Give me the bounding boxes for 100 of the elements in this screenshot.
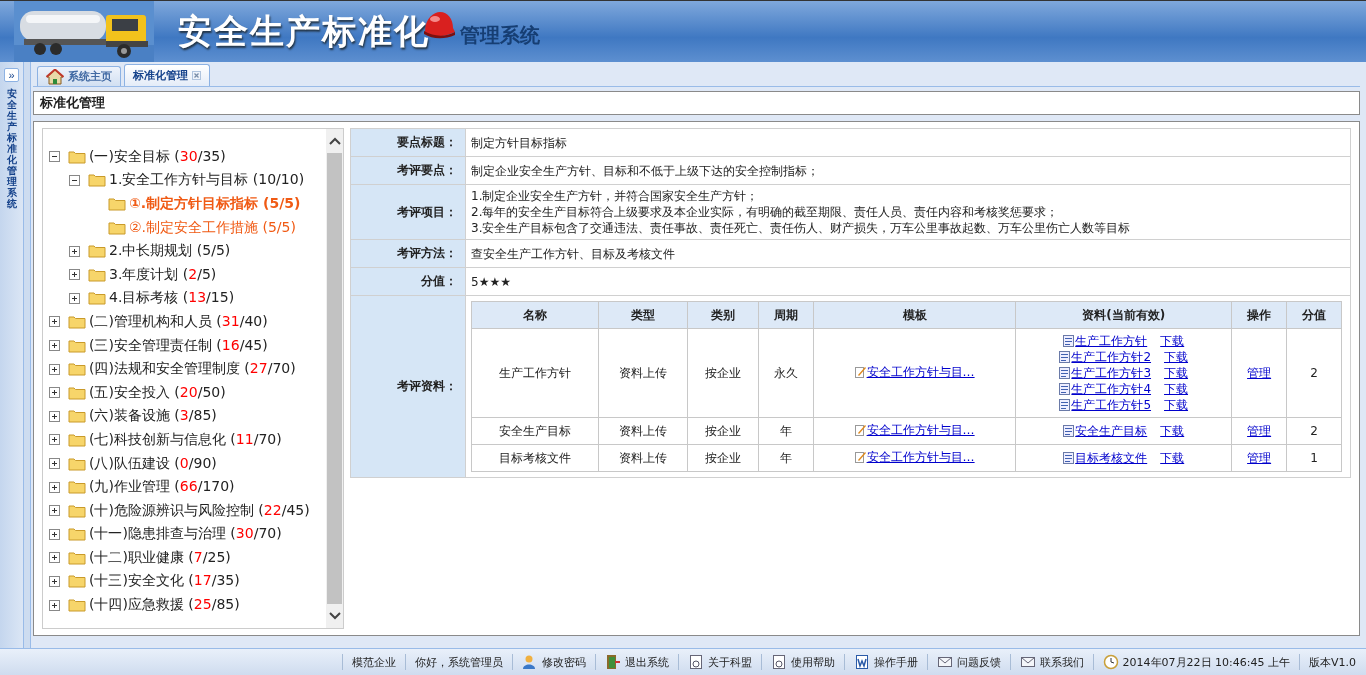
file-link[interactable]: 目标考核文件 [1075, 450, 1148, 466]
user-icon[interactable] [521, 654, 538, 670]
expand-button[interactable]: » [4, 68, 19, 82]
file-link[interactable]: 生产工作方针2 [1071, 349, 1152, 365]
tree-item[interactable]: (六)装备设施 (3/85) [89, 407, 217, 426]
tree-item[interactable]: (十)危险源辨识与风险控制 (22/45) [89, 501, 310, 520]
tree-item[interactable]: 4.目标考核 (13/15) [109, 289, 235, 308]
table-cell: 1 [1286, 444, 1342, 472]
file-link[interactable]: 生产工作方针4 [1071, 381, 1152, 397]
tree-item[interactable]: (一)安全目标 (30/35) [89, 147, 226, 166]
folder-icon [68, 456, 86, 471]
expand-icon[interactable] [69, 245, 80, 257]
envelope-icon[interactable] [936, 654, 953, 670]
expand-icon[interactable] [49, 340, 60, 352]
download-link[interactable]: 下载 [1160, 333, 1185, 349]
table-cell: 永久 [758, 328, 814, 418]
tree-item[interactable]: ②.制定安全工作措施 (5/5) [129, 218, 296, 237]
folder-icon [68, 527, 86, 542]
expand-icon[interactable] [49, 316, 60, 328]
envelope-icon[interactable] [1019, 654, 1036, 670]
tree-item[interactable]: (二)管理机构和人员 (31/40) [89, 312, 268, 331]
file-link[interactable]: 生产工作方针5 [1071, 397, 1152, 413]
document-icon [1059, 351, 1071, 363]
file-link[interactable]: 生产工作方针 [1075, 333, 1148, 349]
field-label: 考评资料： [350, 295, 466, 478]
tab[interactable]: 系统主页 [37, 66, 121, 86]
expand-icon[interactable] [49, 599, 60, 611]
tree-item[interactable]: (四)法规和安全管理制度 (27/70) [89, 360, 296, 379]
folder-icon [88, 267, 106, 282]
tree-item[interactable]: 1.安全工作方针与目标 (10/10) [109, 171, 305, 190]
file-link[interactable]: 安全生产目标 [1075, 423, 1148, 439]
download-link[interactable]: 下载 [1164, 365, 1189, 381]
tree-item[interactable]: (九)作业管理 (66/170) [89, 478, 235, 497]
table-cell: 2 [1286, 328, 1342, 418]
expand-icon[interactable] [49, 528, 60, 540]
expand-icon[interactable] [49, 576, 60, 587]
expand-icon[interactable] [49, 505, 60, 517]
table-cell: 生产工作方针 [471, 328, 599, 418]
status-link[interactable]: 使用帮助 [790, 654, 835, 670]
tab[interactable]: 标准化管理 [124, 64, 210, 86]
column-header: 分值 [1286, 301, 1342, 329]
download-link[interactable]: 下载 [1164, 349, 1189, 365]
star-icon: ★ [489, 273, 501, 290]
status-link[interactable]: 修改密码 [541, 654, 586, 670]
pencil-icon [854, 451, 866, 463]
close-icon[interactable] [192, 71, 201, 80]
pencil-icon [854, 424, 866, 436]
clock-icon[interactable] [1102, 654, 1119, 670]
expand-icon[interactable] [49, 363, 60, 375]
tree-item[interactable]: (五)安全投入 (20/50) [89, 383, 226, 402]
expand-icon[interactable] [49, 434, 60, 446]
collapse-icon[interactable] [69, 174, 80, 186]
scroll-thumb[interactable] [327, 153, 342, 604]
tree-item[interactable]: (十一)隐患排查与治理 (30/70) [89, 525, 282, 544]
document-icon[interactable] [687, 654, 704, 670]
expand-icon[interactable] [49, 387, 60, 399]
document-icon [1063, 452, 1075, 464]
status-text: 你好，系统管理员 [414, 654, 503, 670]
download-link[interactable]: 下载 [1160, 423, 1185, 439]
tree-item[interactable]: (十四)应急救援 (25/85) [89, 596, 240, 615]
status-link[interactable]: 关于科盟 [707, 654, 752, 670]
field-label: 考评项目： [350, 184, 466, 240]
expand-icon[interactable] [69, 292, 80, 304]
column-header: 资料(当前有效) [1015, 301, 1232, 329]
expand-icon[interactable] [69, 269, 80, 281]
download-link[interactable]: 下载 [1160, 450, 1185, 466]
folder-icon [68, 480, 86, 495]
tree-item[interactable]: (三)安全管理责任制 (16/45) [89, 336, 268, 355]
table-cell: 资料上传 [598, 328, 688, 418]
tree-item[interactable]: 3.年度计划 (2/5) [109, 265, 217, 284]
expand-icon[interactable] [49, 552, 60, 564]
tree-item[interactable]: (七)科技创新与信息化 (11/70) [89, 430, 282, 449]
folder-icon [68, 432, 86, 447]
expand-icon[interactable] [49, 458, 60, 469]
expand-icon[interactable] [49, 481, 60, 493]
status-link[interactable]: 联系我们 [1039, 654, 1084, 670]
tree-item[interactable]: 2.中长期规划 (5/5) [109, 242, 231, 261]
tree-item[interactable]: (八)队伍建设 (0/90) [89, 454, 217, 473]
tree-item[interactable]: (十二)职业健康 (7/25) [89, 548, 231, 567]
exit-door-icon[interactable] [604, 654, 621, 670]
status-text: 2014年07月22日 10:46:45 上午 [1122, 654, 1290, 670]
manage-link[interactable]: 管理 [1247, 366, 1272, 380]
word-document-icon[interactable] [853, 654, 870, 670]
tree-item[interactable]: (十三)安全文化 (17/35) [89, 572, 240, 591]
document-icon[interactable] [770, 654, 787, 670]
status-link[interactable]: 操作手册 [873, 654, 918, 670]
template-link[interactable]: 安全工作方针与目… [866, 364, 975, 380]
star-icon: ★ [500, 273, 511, 290]
download-link[interactable]: 下载 [1164, 397, 1189, 413]
table-cell: 年 [758, 417, 814, 445]
collapse-icon[interactable] [49, 151, 60, 163]
table-cell: 按企业 [687, 328, 759, 418]
folder-icon [68, 503, 86, 518]
download-link[interactable]: 下载 [1164, 381, 1189, 397]
status-link[interactable]: 问题反馈 [956, 654, 1001, 670]
scrollbar[interactable] [326, 129, 343, 628]
file-link[interactable]: 生产工作方针3 [1071, 365, 1152, 381]
expand-icon[interactable] [49, 410, 60, 422]
status-link[interactable]: 退出系统 [624, 654, 669, 670]
folder-icon [88, 244, 106, 259]
